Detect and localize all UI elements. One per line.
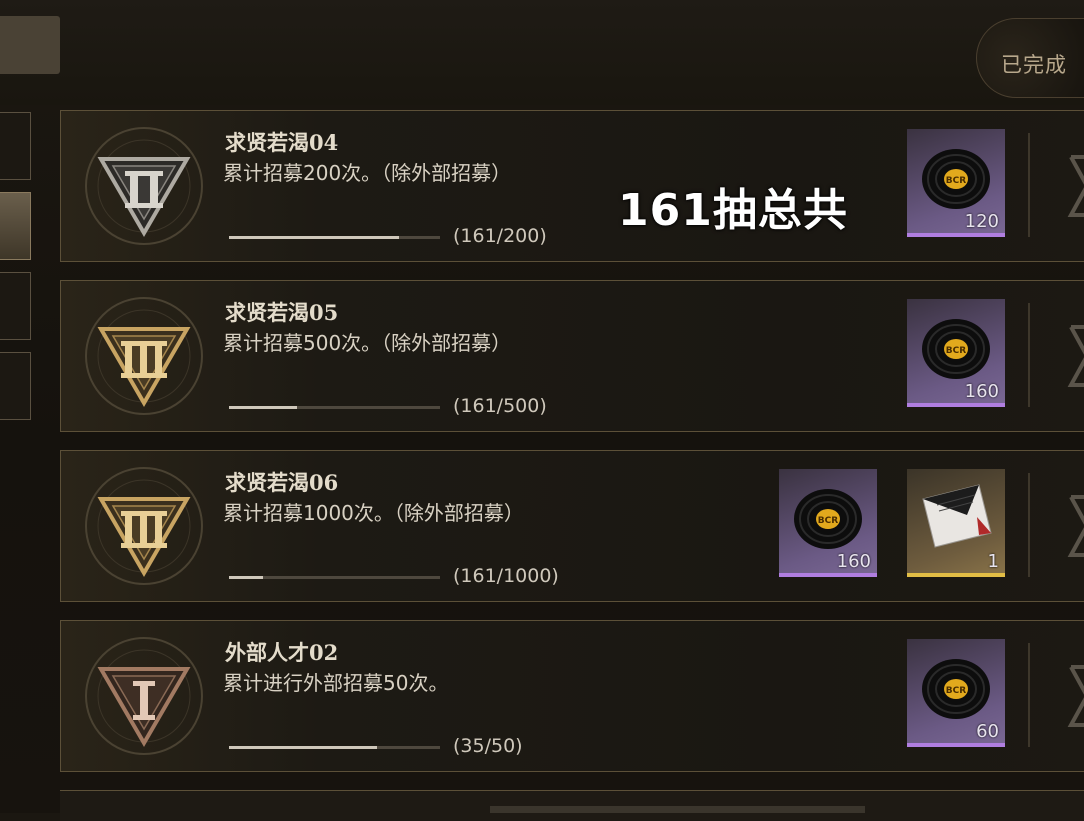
progress-bar [229, 746, 440, 749]
completed-filter-button[interactable]: 已完成 [976, 18, 1084, 98]
divider [1028, 303, 1030, 407]
hourglass-icon[interactable] [1061, 491, 1084, 561]
task-row: 外部人才02 累计进行外部招募50次。 (35/50) BCR 60 [60, 620, 1084, 772]
side-tab-1[interactable] [0, 112, 31, 180]
record-disc-icon: BCR [922, 659, 990, 719]
envelope-ticket-icon [922, 484, 992, 548]
record-disc-icon: BCR [794, 489, 862, 549]
reward-quantity: 120 [964, 211, 999, 232]
tier-3-triangle-emblem-icon [85, 297, 203, 415]
task-description: 累计进行外部招募50次。 [223, 671, 449, 695]
reward-item[interactable]: 1 [907, 469, 1005, 577]
rarity-bar [779, 573, 877, 577]
hourglass-icon[interactable] [1061, 321, 1084, 391]
tier-2-triangle-emblem-icon [85, 127, 203, 245]
task-row: 求贤若渴05 累计招募500次。（除外部招募） (161/500) BCR 16… [60, 280, 1084, 432]
task-description: 累计招募500次。（除外部招募） [223, 331, 512, 355]
scroll-indicator[interactable] [490, 806, 865, 813]
record-disc-icon: BCR [922, 149, 990, 209]
reward-item[interactable]: BCR 120 [907, 129, 1005, 237]
progress-fill [229, 576, 263, 579]
reward-quantity: 1 [987, 551, 999, 572]
rarity-bar [907, 573, 1005, 577]
reward-item[interactable]: BCR 60 [907, 639, 1005, 747]
task-title: 外部人才02 [225, 640, 339, 665]
reward-item[interactable]: BCR 160 [907, 299, 1005, 407]
rarity-bar [907, 743, 1005, 747]
svg-text:BCR: BCR [946, 686, 966, 696]
progress-count: (161/200) [453, 225, 547, 247]
side-tab-2[interactable] [0, 192, 31, 260]
task-title: 求贤若渴06 [225, 470, 339, 495]
divider [1028, 473, 1030, 577]
progress-bar [229, 406, 440, 409]
task-description: 累计招募1000次。（除外部招募） [223, 501, 524, 525]
progress-count: (161/500) [453, 395, 547, 417]
svg-text:BCR: BCR [818, 516, 838, 526]
progress-fill [229, 236, 399, 239]
record-disc-icon: BCR [922, 319, 990, 379]
side-tab-3[interactable] [0, 272, 31, 340]
hourglass-icon[interactable] [1061, 661, 1084, 731]
progress-count: (161/1000) [453, 565, 559, 587]
top-left-tab[interactable] [0, 16, 60, 74]
divider [1028, 133, 1030, 237]
hourglass-icon[interactable] [1061, 151, 1084, 221]
progress-fill [229, 406, 297, 409]
reward-item[interactable]: BCR 160 [779, 469, 877, 577]
video-caption-overlay: 161抽总共 [618, 185, 848, 236]
completed-label: 已完成 [1001, 53, 1067, 77]
progress-fill [229, 746, 377, 749]
divider [1028, 643, 1030, 747]
reward-quantity: 160 [964, 381, 999, 402]
rarity-bar [907, 403, 1005, 407]
reward-quantity: 160 [836, 551, 871, 572]
task-row: 求贤若渴04 累计招募200次。（除外部招募） (161/200) BCR 12… [60, 110, 1084, 262]
progress-bar [229, 236, 440, 239]
task-description: 累计招募200次。（除外部招募） [223, 161, 512, 185]
svg-text:BCR: BCR [946, 176, 966, 186]
task-title: 求贤若渴04 [225, 130, 339, 155]
progress-bar [229, 576, 440, 579]
svg-text:BCR: BCR [946, 346, 966, 356]
tier-3-triangle-emblem-icon [85, 467, 203, 585]
reward-quantity: 60 [976, 721, 999, 742]
rarity-bar [907, 233, 1005, 237]
top-bar [0, 0, 1084, 105]
progress-count: (35/50) [453, 735, 523, 757]
task-title: 求贤若渴05 [225, 300, 339, 325]
side-tab-4[interactable] [0, 352, 31, 420]
task-row: 求贤若渴06 累计招募1000次。（除外部招募） (161/1000) BCR … [60, 450, 1084, 602]
tier-1-triangle-emblem-icon [85, 637, 203, 755]
